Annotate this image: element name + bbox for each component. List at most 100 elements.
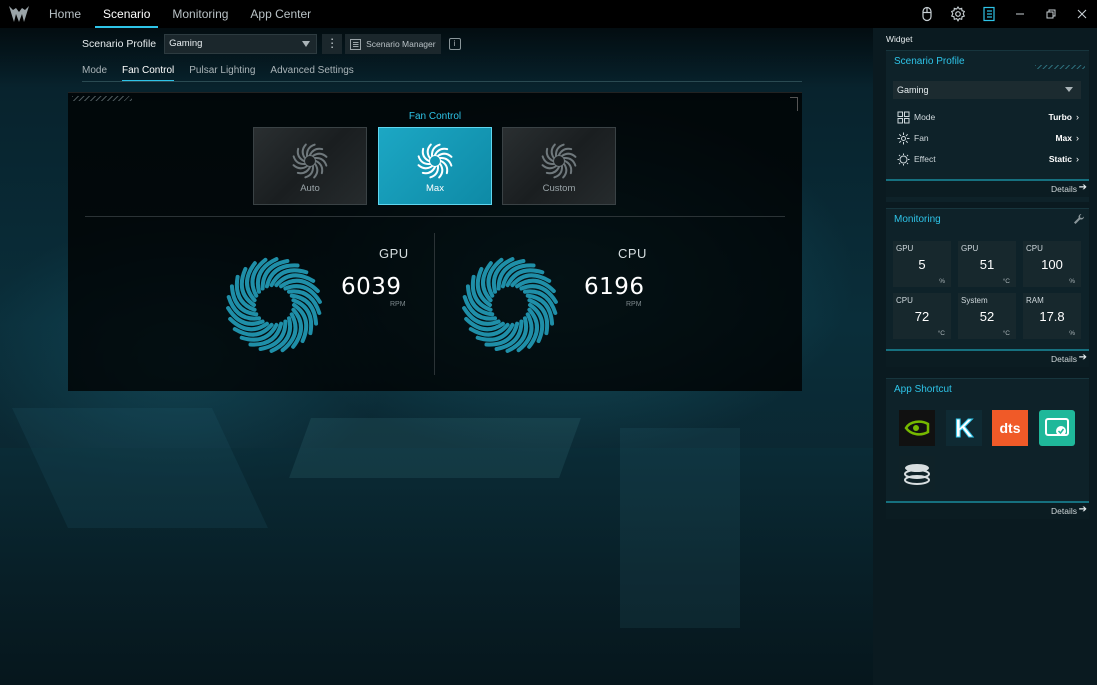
subtab-bar: Mode Fan Control Pulsar Lighting Advance… xyxy=(82,62,369,82)
decorative-hatch xyxy=(72,96,132,101)
monitoring-details-bar: Details ➔ xyxy=(886,349,1089,367)
minimize-icon xyxy=(1015,13,1024,15)
fan-mode-custom-label: Custom xyxy=(542,183,576,194)
widget-row-effect-value: Static xyxy=(1048,154,1072,164)
widget-row-fan-value: Max xyxy=(1055,133,1072,143)
fan-max-icon xyxy=(417,143,453,179)
restore-icon xyxy=(1046,9,1055,19)
widget-title: Widget xyxy=(886,34,913,44)
chevron-right-icon: › xyxy=(1076,133,1079,143)
chevron-down-icon xyxy=(302,41,311,47)
scenario-profile-card: Scenario Profile Gaming Mode Turbo › Fan… xyxy=(886,50,1089,202)
monitoring-card-title: Monitoring xyxy=(886,209,1089,231)
predator-logo-icon xyxy=(9,6,29,22)
subtab-advanced-settings[interactable]: Advanced Settings xyxy=(270,62,353,82)
settings-button[interactable] xyxy=(942,0,973,28)
widget-panel: Widget Scenario Profile Gaming Mode Turb… xyxy=(873,28,1097,685)
mode-grid-icon xyxy=(897,111,910,123)
fan-icon xyxy=(897,132,910,144)
gear-icon xyxy=(950,6,965,22)
scenario-profile-row: Scenario Profile Gaming ⋮ Scenario Manag… xyxy=(82,34,461,54)
widget-panel-icon xyxy=(982,6,995,22)
app-shortcut-details-link[interactable]: Details xyxy=(1051,506,1077,516)
gpu-fan-name: GPU xyxy=(379,246,409,261)
fan-mode-custom-button[interactable]: Custom xyxy=(502,127,616,205)
scenario-details-link[interactable]: Details xyxy=(1051,184,1077,194)
monitor-tile-cpu-usage: CPU 100 % xyxy=(1023,241,1081,287)
chevron-right-icon: › xyxy=(1076,112,1079,122)
nav-tab-app-center[interactable]: App Center xyxy=(242,0,319,28)
fan-mode-auto-label: Auto xyxy=(300,183,320,194)
widget-row-effect[interactable]: Effect Static › xyxy=(897,152,1079,166)
lightbulb-icon xyxy=(897,153,910,165)
monitor-tile-cpu-temp: CPU 72 °C xyxy=(893,293,951,339)
chevron-down-icon xyxy=(1065,87,1073,92)
fan-mode-auto-button[interactable]: Auto xyxy=(253,127,367,205)
arrow-right-icon[interactable]: ➔ xyxy=(1079,504,1087,515)
dts-icon[interactable]: dts xyxy=(992,410,1028,446)
scenario-manager-button[interactable]: Scenario Manager xyxy=(345,34,441,54)
fan-divider xyxy=(85,216,785,217)
chevron-right-icon: › xyxy=(1076,154,1079,164)
subtab-divider xyxy=(82,81,802,82)
fan-control-panel: Fan Control Auto Max Custom GPU 6039 RPM… xyxy=(68,92,802,391)
scenario-profile-label: Scenario Profile xyxy=(82,38,157,50)
arrow-right-icon[interactable]: ➔ xyxy=(1079,352,1087,363)
widget-toggle-button[interactable] xyxy=(973,0,1004,28)
more-options-button[interactable]: ⋮ xyxy=(322,34,343,54)
subtab-pulsar-lighting[interactable]: Pulsar Lighting xyxy=(189,62,255,82)
wrench-icon[interactable] xyxy=(1073,213,1085,225)
restore-button[interactable] xyxy=(1035,0,1066,28)
arrow-right-icon[interactable]: ➔ xyxy=(1079,182,1087,193)
mouse-button[interactable] xyxy=(911,0,942,28)
subtab-fan-control[interactable]: Fan Control xyxy=(122,62,175,82)
app-shortcut-title: App Shortcut xyxy=(894,384,952,395)
close-button[interactable] xyxy=(1066,0,1097,28)
cpu-fan-rpm: 6196 xyxy=(584,274,645,300)
widget-row-effect-label: Effect xyxy=(914,154,936,164)
widget-profile-value: Gaming xyxy=(897,85,929,95)
scenario-profile-select[interactable]: Gaming xyxy=(164,34,318,54)
nav-tab-scenario[interactable]: Scenario xyxy=(95,0,159,28)
cpu-fan-icon xyxy=(462,257,558,353)
monitor-tile-system-temp: System 52 °C xyxy=(958,293,1016,339)
info-icon[interactable]: i xyxy=(448,38,461,50)
gpu-fan-unit: RPM xyxy=(390,301,406,308)
cpu-fan-name: CPU xyxy=(618,246,647,261)
monitor-app-icon[interactable] xyxy=(1039,410,1075,446)
killer-icon[interactable]: K xyxy=(946,410,982,446)
fan-mode-max-label: Max xyxy=(426,183,444,194)
fan-mode-max-button[interactable]: Max xyxy=(378,127,492,205)
decorative-corner xyxy=(790,97,798,111)
decorative-hatch xyxy=(1035,65,1085,69)
nvidia-icon[interactable] xyxy=(899,410,935,446)
monitor-tile-gpu-temp: GPU 51 °C xyxy=(958,241,1016,287)
widget-row-mode-value: Turbo xyxy=(1048,112,1072,122)
monitor-tile-ram-usage: RAM 17.8 % xyxy=(1023,293,1081,339)
scenario-profile-value: Gaming xyxy=(169,38,203,49)
monitoring-card: Monitoring GPU 5 % GPU 51 °C CPU 100 % C… xyxy=(886,208,1089,367)
monitoring-details-link[interactable]: Details xyxy=(1051,354,1077,364)
scenario-manager-label: Scenario Manager xyxy=(366,39,436,49)
nav-tab-home[interactable]: Home xyxy=(41,0,89,28)
mouse-icon xyxy=(921,6,932,22)
killer-letter: K xyxy=(955,413,974,443)
widget-row-mode[interactable]: Mode Turbo › xyxy=(897,110,1079,124)
subtab-mode[interactable]: Mode xyxy=(82,62,107,82)
fan-control-title: Fan Control xyxy=(408,111,462,122)
widget-row-fan[interactable]: Fan Max › xyxy=(897,131,1079,145)
dts-text: dts xyxy=(1000,420,1021,436)
nav-tab-monitoring[interactable]: Monitoring xyxy=(164,0,236,28)
storage-app-icon[interactable] xyxy=(899,456,935,492)
list-icon xyxy=(350,38,362,50)
scenario-details-bar: Details ➔ xyxy=(886,179,1089,197)
app-shortcut-details-bar: Details ➔ xyxy=(886,501,1089,519)
widget-row-mode-label: Mode xyxy=(914,112,936,122)
fan-auto-icon xyxy=(292,143,328,179)
widget-profile-select[interactable]: Gaming xyxy=(893,81,1081,99)
widget-row-fan-label: Fan xyxy=(914,133,929,143)
scenario-card-title: Scenario Profile xyxy=(886,51,1089,73)
minimize-button[interactable] xyxy=(1004,0,1035,28)
fan-vertical-divider xyxy=(434,233,435,375)
gpu-fan-icon xyxy=(226,257,322,353)
